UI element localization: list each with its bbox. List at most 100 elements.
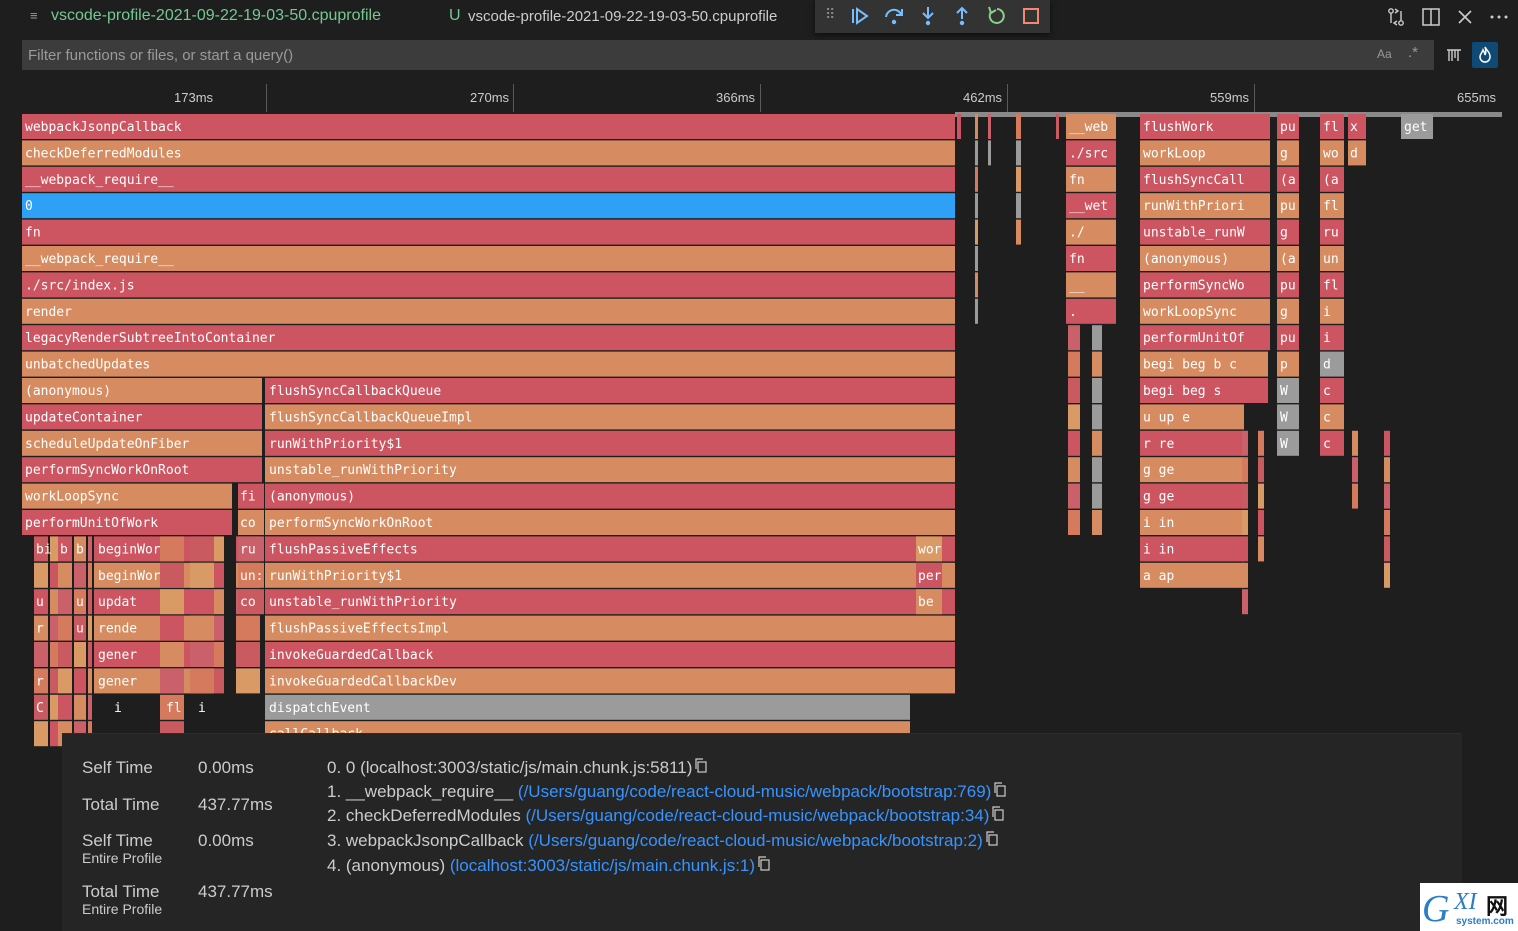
flame-frame[interactable]: [975, 298, 978, 324]
flame-frame[interactable]: [88, 562, 92, 588]
flame-frame[interactable]: [1384, 483, 1390, 509]
flame-frame[interactable]: [160, 562, 184, 588]
flame-frame[interactable]: [1258, 510, 1264, 535]
copy-icon[interactable]: [993, 782, 1007, 797]
flame-frame[interactable]: [1068, 351, 1080, 377]
flame-frame[interactable]: [22, 272, 955, 298]
flame-frame[interactable]: [74, 562, 86, 588]
flame-frame[interactable]: [1384, 430, 1390, 456]
copy-icon[interactable]: [694, 758, 708, 773]
flame-frame[interactable]: [58, 694, 72, 720]
flame-frame[interactable]: [236, 668, 260, 694]
flame-frame[interactable]: [1092, 378, 1102, 403]
flame-frame[interactable]: [1068, 510, 1080, 535]
flame-frame[interactable]: [74, 694, 86, 720]
flame-frame[interactable]: [975, 193, 978, 219]
flame-frame[interactable]: [88, 668, 92, 694]
flame-frame[interactable]: [88, 589, 92, 615]
flame-frame[interactable]: [1384, 562, 1390, 588]
flame-frame[interactable]: [1258, 536, 1264, 562]
flame-frame[interactable]: [74, 668, 86, 694]
flame-frame[interactable]: [975, 246, 978, 271]
flame-frame[interactable]: [160, 668, 184, 694]
flame-frame[interactable]: [214, 589, 224, 615]
flame-frame[interactable]: [190, 668, 214, 694]
stack-frame-link[interactable]: (localhost:3003/static/js/main.chunk.js:…: [450, 856, 755, 875]
flame-frame[interactable]: [50, 694, 58, 720]
flame-frame[interactable]: [190, 615, 214, 641]
flame-frame[interactable]: [1384, 457, 1390, 483]
flame-frame[interactable]: [214, 562, 224, 588]
flame-frame[interactable]: [50, 668, 58, 694]
flame-frame[interactable]: [58, 615, 72, 641]
flame-frame[interactable]: [34, 562, 48, 588]
flame-frame[interactable]: [34, 642, 48, 667]
flame-frame[interactable]: [236, 615, 260, 641]
flame-frame[interactable]: [88, 694, 92, 720]
flame-frame[interactable]: [22, 298, 955, 324]
flame-frame[interactable]: [1092, 483, 1102, 509]
flame-frame[interactable]: [988, 114, 991, 139]
flame-frame[interactable]: [988, 140, 991, 166]
flame-frame[interactable]: [1258, 430, 1264, 456]
flame-frame[interactable]: [1258, 457, 1264, 483]
flame-frame[interactable]: [58, 668, 72, 694]
stack-frame-link[interactable]: (/Users/guang/code/react-cloud-music/web…: [525, 806, 989, 825]
flame-frame[interactable]: [1242, 536, 1248, 562]
flame-frame[interactable]: [160, 536, 184, 562]
flame-frame[interactable]: [214, 536, 224, 562]
flame-frame[interactable]: [1242, 457, 1248, 483]
flame-frame[interactable]: [58, 642, 72, 667]
flame-frame[interactable]: [957, 114, 961, 139]
flame-frame[interactable]: [58, 589, 72, 615]
flame-frame[interactable]: [1384, 536, 1390, 562]
flame-frame[interactable]: [975, 140, 978, 166]
flame-frame[interactable]: [160, 589, 184, 615]
flame-frame[interactable]: [1092, 510, 1102, 535]
flame-frame[interactable]: [1258, 483, 1264, 509]
flame-frame[interactable]: [50, 642, 58, 667]
flame-frame[interactable]: [50, 615, 58, 641]
flame-frame[interactable]: [1016, 166, 1021, 192]
flame-frame[interactable]: [1092, 404, 1102, 430]
stack-frame-link[interactable]: (/Users/guang/code/react-cloud-music/web…: [528, 831, 983, 850]
flame-frame[interactable]: [1016, 193, 1021, 219]
flame-frame[interactable]: [214, 642, 224, 667]
flame-frame[interactable]: [190, 589, 214, 615]
stack-frame-link[interactable]: (/Users/guang/code/react-cloud-music/web…: [518, 782, 991, 801]
flame-frame[interactable]: [236, 642, 260, 667]
flame-frame[interactable]: [50, 589, 58, 615]
flame-frame[interactable]: [22, 219, 955, 245]
flame-frame[interactable]: [1352, 483, 1358, 509]
flame-frame[interactable]: [50, 721, 58, 747]
flame-frame[interactable]: [22, 351, 955, 377]
flame-frame[interactable]: [1092, 325, 1102, 351]
flame-frame[interactable]: [190, 536, 214, 562]
flame-frame[interactable]: [1016, 114, 1021, 139]
flame-frame[interactable]: [1242, 430, 1248, 456]
flame-frame[interactable]: [1352, 457, 1358, 483]
flame-frame[interactable]: [1068, 378, 1080, 403]
flame-frame[interactable]: [88, 536, 92, 562]
flame-frame[interactable]: [1352, 430, 1358, 456]
flame-frame[interactable]: [214, 668, 224, 694]
flame-frame[interactable]: [1242, 510, 1248, 535]
flame-frame[interactable]: [1242, 483, 1248, 509]
flame-frame[interactable]: [160, 615, 184, 641]
flame-frame[interactable]: [1068, 404, 1080, 430]
flame-frame[interactable]: [88, 615, 92, 641]
flame-frame[interactable]: [975, 166, 978, 192]
flame-frame[interactable]: [975, 272, 978, 298]
flame-frame[interactable]: [265, 483, 955, 509]
flame-frame[interactable]: [1092, 457, 1102, 483]
flame-frame[interactable]: [1242, 562, 1248, 588]
flame-frame-selected[interactable]: [22, 193, 955, 219]
flame-frame[interactable]: [190, 642, 214, 667]
flame-frame[interactable]: [50, 562, 58, 588]
flame-frame[interactable]: [975, 114, 978, 139]
flame-frame[interactable]: [88, 642, 92, 667]
flame-frame[interactable]: [34, 721, 48, 747]
flame-frame[interactable]: [1016, 140, 1021, 166]
flame-frame[interactable]: [1068, 430, 1080, 456]
flame-frame[interactable]: [1016, 219, 1021, 245]
